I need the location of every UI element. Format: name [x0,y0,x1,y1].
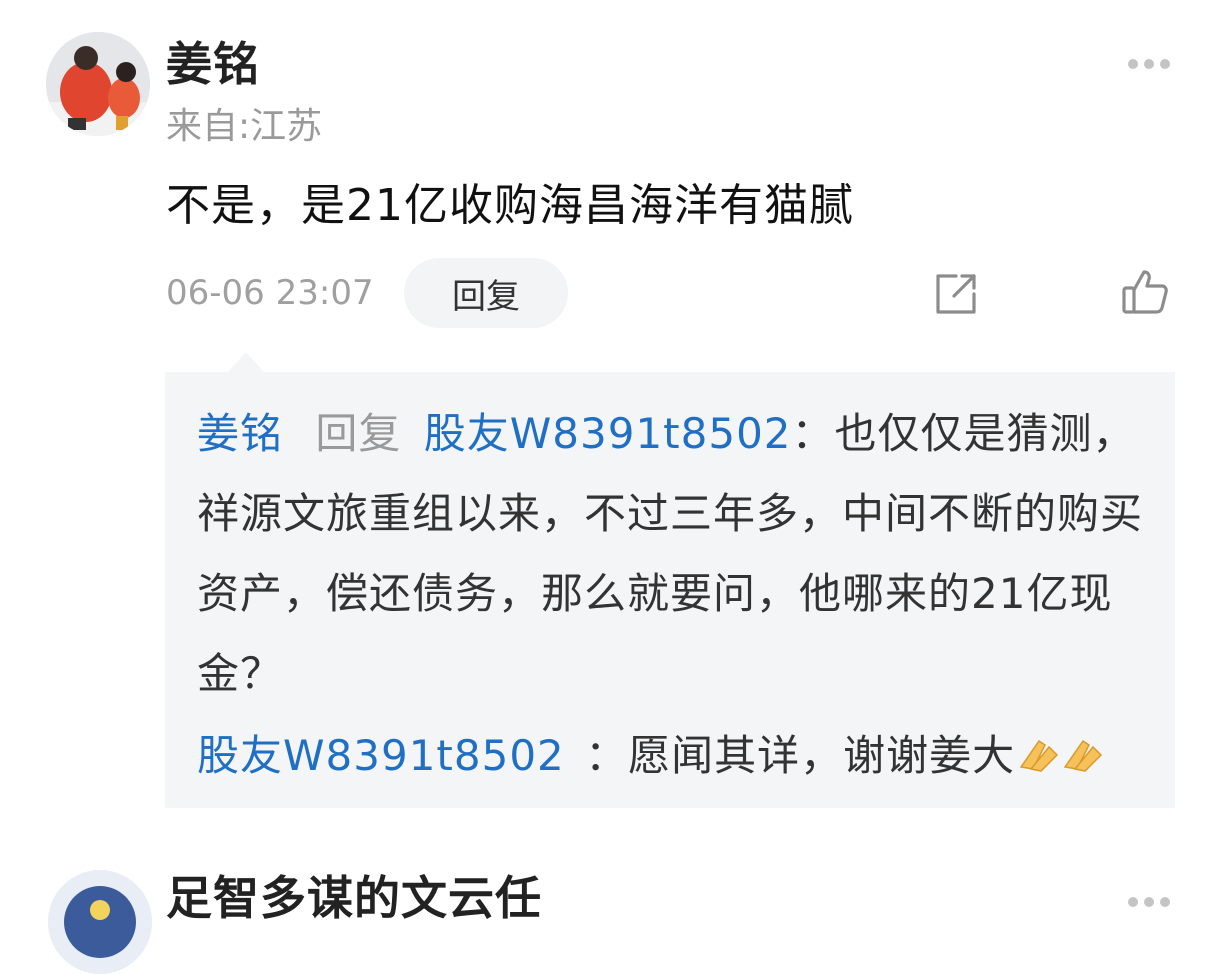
reply-box: 姜铭 回复 股友W8391t8502：也仅仅是猜测，祥源文旅重组以来，不过三年多… [165,372,1175,808]
reply-verb: 回复 [315,409,402,458]
comment-location: 来自:江苏 [166,106,323,147]
thumbs-up-icon[interactable] [1120,268,1170,318]
reply-box-pointer [228,352,264,372]
avatar[interactable] [46,32,150,136]
reply-separator: ： [791,409,835,458]
reply-target[interactable]: 股友W8391t8502 [424,409,792,458]
reply-separator: ： [570,731,629,780]
more-dots-icon[interactable] [1128,892,1176,912]
reply-text: 愿闻其详，谢谢姜大 [628,731,1016,780]
reply-author[interactable]: 姜铭 [197,409,283,458]
reply-entry: 姜铭 回复 股友W8391t8502：也仅仅是猜测，祥源文旅重组以来，不过三年多… [197,394,1147,714]
reply-entry: 股友W8391t8502 ：愿闻其详，谢谢姜大 [197,716,1147,799]
comment-timestamp: 06-06 23:07 [166,273,374,313]
more-dots-icon[interactable] [1128,54,1176,74]
comment-author[interactable]: 姜铭 [166,34,260,94]
avatar[interactable] [48,870,152,974]
share-icon[interactable] [932,270,980,318]
comment-author[interactable]: 足智多谋的文云任 [166,868,542,928]
clapping-hands-icon [1017,719,1107,799]
reply-author[interactable]: 股友W8391t8502 [197,731,565,780]
comment-text: 不是，是21亿收购海昌海洋有猫腻 [166,180,854,231]
reply-button[interactable]: 回复 [404,258,568,328]
